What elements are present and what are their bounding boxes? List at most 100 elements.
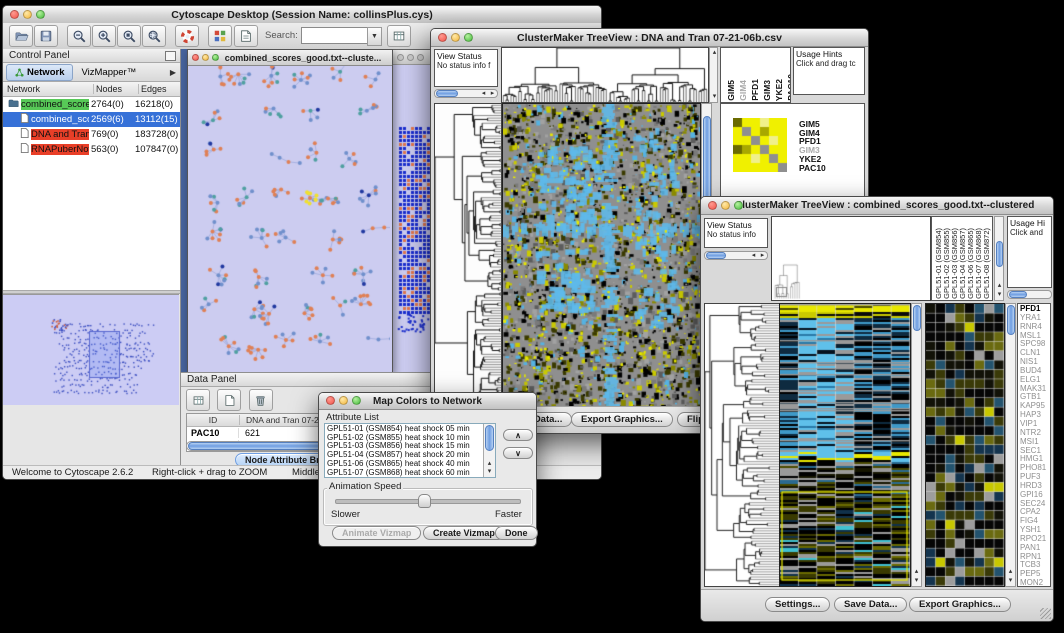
scrollbar-thumb[interactable] [913,305,921,331]
open-file-icon[interactable] [9,25,33,47]
zoom-window-icon[interactable] [212,54,219,61]
zoom-window-icon[interactable] [36,10,45,19]
speed-slider-thumb[interactable] [418,494,431,508]
import-table-icon[interactable] [387,25,411,47]
tv2-zoom-heatmap[interactable] [925,303,1005,587]
tv2-heatmap-vscrollbar[interactable]: ▴▾ [911,303,922,587]
close-icon[interactable] [10,10,19,19]
close-icon[interactable] [397,54,404,61]
zoom-window-icon[interactable] [734,201,743,210]
scrollbar-thumb[interactable] [996,241,1003,267]
network-tree-row[interactable]: combined_sco2569(6)13112(15) [3,112,180,127]
tv1-zoom-matrix[interactable] [733,118,787,172]
scrollbar-thumb[interactable] [1007,305,1015,335]
tv2-genelist-vscrollbar[interactable]: ▴▾ [1005,303,1016,587]
close-icon[interactable] [192,54,199,61]
scrollbar-thumb[interactable] [436,90,458,97]
column-label[interactable]: GPL51-07 (GSM868) [974,228,982,299]
zoom-out-icon[interactable] [67,25,91,47]
search-dropdown-icon[interactable]: ▼ [367,27,382,46]
column-label[interactable]: GPL51-08 (GSM872) [982,228,990,299]
zoom-selected-icon[interactable] [117,25,141,47]
treeview2-title-bar[interactable]: ClusterMaker TreeView : combined_scores_… [701,197,1053,215]
column-label[interactable]: GPL51-01 (GSM854) [934,228,942,299]
column-label[interactable]: GPL51-06 (GSM865) [966,228,974,299]
main-title-bar[interactable]: Cytoscape Desktop (Session Name: collins… [3,6,601,24]
tv1-row-dendrogram[interactable] [434,103,502,408]
save-data-button[interactable]: Save Data... [834,597,907,612]
column-label[interactable]: GIM3 [762,80,772,101]
close-icon[interactable] [708,201,717,210]
gene-label[interactable]: MON2 [1020,579,1048,587]
minimize-icon[interactable] [451,33,460,42]
tv1-heatmap[interactable] [502,103,701,408]
tv1-top-vscrollbar[interactable]: ▴▾ [709,47,718,103]
tab-network[interactable]: Network [6,64,73,81]
tv2-column-dendrogram[interactable] [771,216,931,301]
tv1-column-dendrogram[interactable] [501,47,709,103]
save-icon[interactable] [34,25,58,47]
gene-label[interactable]: PAC10 [799,164,826,173]
close-icon[interactable] [326,396,335,405]
network-view-canvas[interactable] [188,66,390,371]
tabs-more-icon[interactable]: ▶ [170,68,176,77]
birdseye-view[interactable] [3,294,179,405]
col-header-edges[interactable]: Edges [139,84,167,94]
attribute-item[interactable]: GPL51-07 (GSM868) heat shock 60 min [327,469,493,478]
column-label[interactable]: PAC10 [786,74,791,101]
scrollbar-thumb[interactable] [485,425,494,451]
done-button[interactable]: Done [495,526,538,540]
scrollbar-thumb[interactable] [1009,291,1027,298]
id-column-header[interactable]: ID [187,415,240,425]
animate-vizmap-button[interactable]: Animate Vizmap [332,526,421,540]
move-up-button[interactable]: ∧ [503,429,533,441]
search-input[interactable] [301,27,369,44]
create-vizmap-button[interactable]: Create Vizmap [423,526,505,540]
delete-attribute-icon[interactable] [249,389,273,411]
minimize-icon[interactable] [339,396,348,405]
export-graphics-button[interactable]: Export Graphics... [909,597,1011,612]
zoom-window-icon[interactable] [417,54,424,61]
col-header-network[interactable]: Network [3,84,94,94]
new-attribute-icon[interactable] [217,389,241,411]
tv2-row-dendrogram[interactable] [704,303,780,587]
zoom-fit-icon[interactable] [142,25,166,47]
network-tree-row[interactable]: RNAPuberNov2+563(0)107847(0) [3,142,180,157]
minimize-icon[interactable] [202,54,209,61]
network-tree-row[interactable]: combined_scores2764(0)16218(0) [3,97,180,112]
dialog-title-bar[interactable]: Map Colors to Network [319,393,536,410]
column-label[interactable]: GPL51-03 (GSM856) [950,228,958,299]
tv2-heatmap[interactable] [779,303,911,587]
tv2-top-vscrollbar[interactable]: ▴▾ [994,216,1004,301]
float-panel-icon[interactable] [165,51,176,61]
tv2-hints-hscrollbar[interactable] [1007,290,1052,299]
export-graphics-button[interactable]: Export Graphics... [571,412,673,427]
annotation-icon[interactable] [234,25,258,47]
column-label[interactable]: YKE2 [774,79,784,101]
scrollbar-thumb[interactable] [706,252,726,259]
tv1-status-hscrollbar[interactable]: ◂▸ [434,89,498,98]
move-down-button[interactable]: ∨ [503,447,533,459]
zoom-window-icon[interactable] [352,396,361,405]
minimize-icon[interactable] [721,201,730,210]
close-icon[interactable] [438,33,447,42]
resize-grip[interactable] [1040,608,1051,619]
column-label[interactable]: GPL51-02 (GSM855) [942,228,950,299]
attribute-list[interactable]: GPL51-01 (GSM854) heat shock 05 minGPL51… [324,423,496,478]
tv2-status-hscrollbar[interactable]: ◂▸ [704,251,768,260]
settings-button[interactable]: Settings... [765,597,830,612]
tab-vizmapper[interactable]: VizMapper™ [73,65,144,80]
minimize-icon[interactable] [407,54,414,61]
minimize-icon[interactable] [23,10,32,19]
attribute-list-vscrollbar[interactable]: ▴▾ [483,424,495,477]
col-header-nodes[interactable]: Nodes [94,84,139,94]
attribute-table-icon[interactable] [186,389,210,411]
network-tree-row[interactable]: DNA and Tran 07769(0)183728(0) [3,127,180,142]
column-label[interactable]: PFD1 [750,79,760,101]
vizmapper-icon[interactable] [208,25,232,47]
column-label[interactable]: GPL51-04 (GSM857) [958,228,966,299]
zoom-in-icon[interactable] [92,25,116,47]
treeview1-title-bar[interactable]: ClusterMaker TreeView : DNA and Tran 07-… [431,29,868,47]
column-label[interactable]: GIM5 [726,80,736,101]
help-icon[interactable] [175,25,199,47]
